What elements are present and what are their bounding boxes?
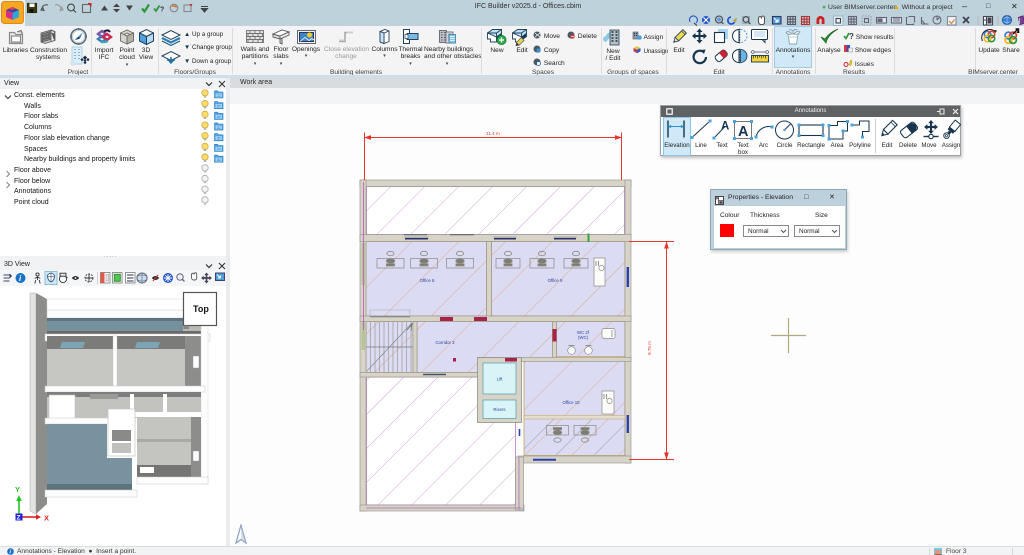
svg-text:11.4 m: 11.4 m [486,131,500,136]
svg-text:Risers: Risers [493,407,505,412]
svg-text:9.75 m: 9.75 m [647,341,652,355]
svg-text:A: A [721,121,729,133]
svg-text:A: A [738,124,749,140]
svg-text:Office 10: Office 10 [562,400,580,405]
svg-text:(WC): (WC) [578,335,589,340]
svg-text:Office 9: Office 9 [548,278,563,283]
svg-text:Corridor 3: Corridor 3 [435,340,455,345]
svg-text:Office 8: Office 8 [420,278,435,283]
svg-text:Lift: Lift [497,377,504,382]
